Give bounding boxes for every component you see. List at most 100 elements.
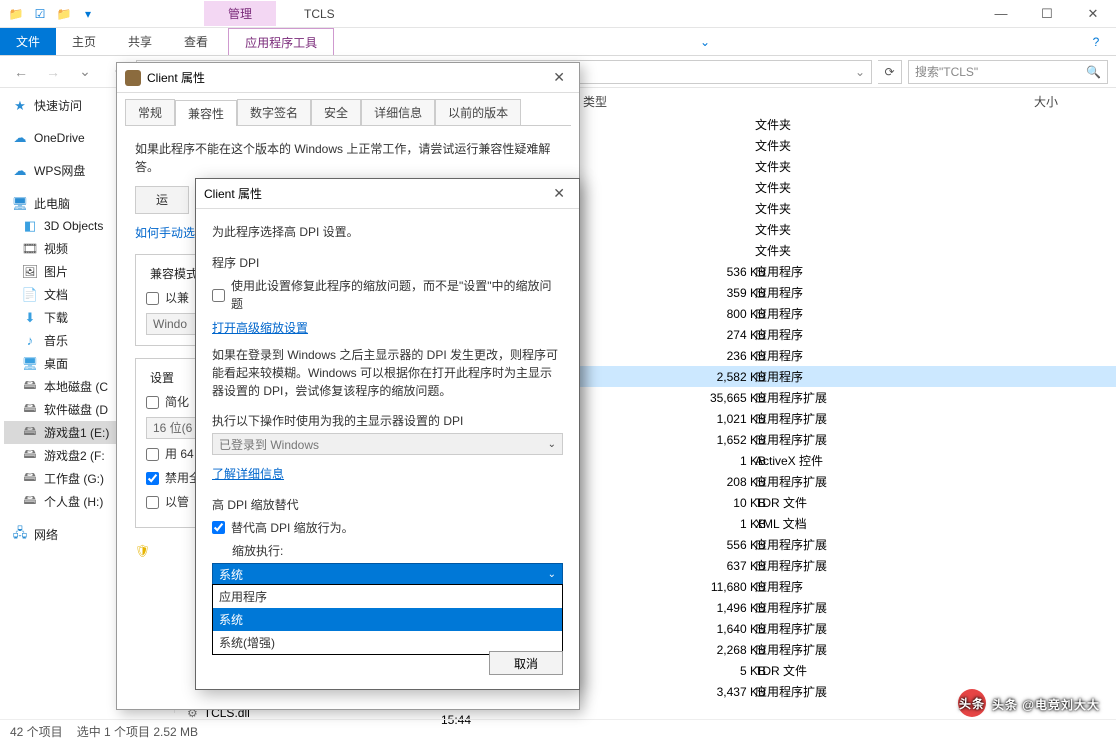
dpi-buttons: 取消 — [489, 651, 563, 675]
drive-icon: 🖴 — [22, 402, 38, 418]
window-controls: — ☐ ✕ — [978, 0, 1116, 28]
tab-compat[interactable]: 兼容性 — [175, 100, 237, 126]
maximize-button[interactable]: ☐ — [1024, 0, 1070, 28]
learn-more-link[interactable]: 了解详细信息 — [212, 465, 563, 482]
dpi-close-button[interactable]: ✕ — [547, 183, 571, 204]
file-size: 35,665 KB — [686, 391, 766, 405]
file-type: 文件夹 — [755, 179, 855, 196]
window-titlebar: 📁 ☑ 📁 ▾ 管理 TCLS — ☐ ✕ — [0, 0, 1116, 28]
troubleshoot-button[interactable]: 运 — [135, 186, 189, 214]
download-icon: ⬇ — [22, 310, 38, 326]
address-dropdown-icon[interactable]: ⌄ — [855, 65, 865, 79]
dpi-use-when-label: 执行以下操作时使用为我的主显示器设置的 DPI — [212, 412, 563, 429]
file-size: 800 KB — [686, 307, 766, 321]
col-type[interactable]: 类型 — [575, 93, 615, 110]
tab-file[interactable]: 文件 — [0, 28, 56, 55]
file-type: 应用程序扩展 — [755, 536, 855, 553]
tab-apptools[interactable]: 应用程序工具 — [228, 28, 334, 55]
file-type: 应用程序 — [755, 326, 855, 343]
col-size[interactable]: 大小 — [1026, 93, 1066, 110]
music-icon: ♪ — [22, 333, 38, 349]
chk-use-fix[interactable]: 使用此设置修复此程序的缩放问题，而不是"设置"中的缩放问题 — [212, 277, 563, 313]
file-type: 应用程序扩展 — [755, 557, 855, 574]
network-icon: 🖧 — [12, 527, 28, 543]
tab-home[interactable]: 主页 — [56, 28, 112, 55]
star-icon: ★ — [12, 98, 28, 114]
contextual-tab-label: 管理 — [204, 1, 276, 26]
file-size: 3,437 KB — [686, 685, 766, 699]
forward-button[interactable]: → — [40, 59, 66, 85]
cancel-button[interactable]: 取消 — [489, 651, 563, 675]
override-label: 高 DPI 缩放替代 — [212, 496, 563, 513]
recent-dropdown[interactable]: ⌄ — [72, 59, 98, 85]
tab-details[interactable]: 详细信息 — [361, 99, 435, 125]
option-app[interactable]: 应用程序 — [213, 585, 562, 608]
qat-dropdown-icon[interactable]: ▾ — [78, 4, 98, 24]
file-type: TDR 文件 — [755, 662, 855, 679]
file-size: 1,640 KB — [686, 622, 766, 636]
watermark-badge-icon: 头条 — [958, 689, 986, 717]
file-size: 2,268 KB — [686, 643, 766, 657]
properties-tabs: 常规 兼容性 数字签名 安全 详细信息 以前的版本 — [117, 93, 579, 125]
help-icon[interactable]: ? — [1076, 28, 1116, 55]
search-box[interactable]: 搜索"TCLS" 🔍 — [908, 60, 1108, 84]
file-size: 536 KB — [686, 265, 766, 279]
file-type: 应用程序 — [755, 368, 855, 385]
cloud-icon: ☁ — [12, 130, 28, 146]
tab-general[interactable]: 常规 — [125, 99, 175, 125]
dpi-title: Client 属性 — [204, 185, 262, 202]
file-type: 文件夹 — [755, 242, 855, 259]
file-type: 文件夹 — [755, 116, 855, 133]
shield-icon: 🛡 — [135, 542, 150, 560]
scaleby-combo[interactable]: 系统⌄ — [212, 563, 563, 585]
dpi-dialog: Client 属性 ✕ 为此程序选择高 DPI 设置。 程序 DPI 使用此设置… — [195, 178, 580, 690]
drive-icon: 🖴 — [22, 448, 38, 464]
search-icon[interactable]: 🔍 — [1086, 65, 1101, 79]
app-icon — [125, 70, 141, 86]
file-size: 11,680 KB — [686, 580, 766, 594]
doc-icon: 📄 — [22, 287, 38, 303]
refresh-button[interactable]: ⟳ — [878, 60, 902, 84]
dpi-titlebar[interactable]: Client 属性 ✕ — [196, 179, 579, 209]
file-size: 1,496 KB — [686, 601, 766, 615]
tab-share[interactable]: 共享 — [112, 28, 168, 55]
file-size: 5 KB — [686, 664, 766, 678]
drive-icon: 🖴 — [22, 425, 38, 441]
tab-view[interactable]: 查看 — [168, 28, 224, 55]
ribbon-expand-icon[interactable]: ⌄ — [685, 28, 725, 55]
tab-security[interactable]: 安全 — [311, 99, 361, 125]
status-count: 42 个项目 — [10, 723, 63, 740]
option-system[interactable]: 系统 — [213, 608, 562, 631]
file-type: 应用程序 — [755, 263, 855, 280]
file-type: 文件夹 — [755, 200, 855, 217]
watermark: 头条头条 @电竞刘大大 — [958, 689, 1100, 717]
cube-icon: ◧ — [22, 218, 38, 234]
file-type: 应用程序 — [755, 284, 855, 301]
adv-scaling-link[interactable]: 打开高级缩放设置 — [212, 319, 563, 336]
close-button[interactable]: ✕ — [1070, 0, 1116, 28]
file-type: 应用程序扩展 — [755, 620, 855, 637]
properties-close-button[interactable]: ✕ — [547, 67, 571, 88]
file-type: 应用程序扩展 — [755, 410, 855, 427]
checkbox-icon[interactable]: ☑ — [30, 4, 50, 24]
back-button[interactable]: ← — [8, 59, 34, 85]
file-type: 文件夹 — [755, 158, 855, 175]
scaleby-label: 缩放执行: — [232, 542, 563, 559]
file-type: ActiveX 控件 — [755, 452, 855, 469]
file-size: 1,652 KB — [686, 433, 766, 447]
tab-sign[interactable]: 数字签名 — [237, 99, 311, 125]
tab-prev[interactable]: 以前的版本 — [435, 99, 521, 125]
minimize-button[interactable]: — — [978, 0, 1024, 28]
file-size: 359 KB — [686, 286, 766, 300]
status-selection: 选中 1 个项目 2.52 MB — [77, 723, 198, 740]
file-type: 应用程序 — [755, 305, 855, 322]
chevron-down-icon: ⌄ — [548, 569, 556, 580]
image-icon: 🖼 — [22, 264, 38, 280]
file-size: 1,021 KB — [686, 412, 766, 426]
properties-titlebar[interactable]: Client 属性 ✕ — [117, 63, 579, 93]
chk-override[interactable]: 替代高 DPI 缩放行为。 — [212, 519, 563, 536]
file-size: 2,582 KB — [686, 370, 766, 384]
file-size: 274 KB — [686, 328, 766, 342]
dpi-when-combo: 已登录到 Windows⌄ — [212, 433, 563, 455]
drive-icon: 🖴 — [22, 494, 38, 510]
